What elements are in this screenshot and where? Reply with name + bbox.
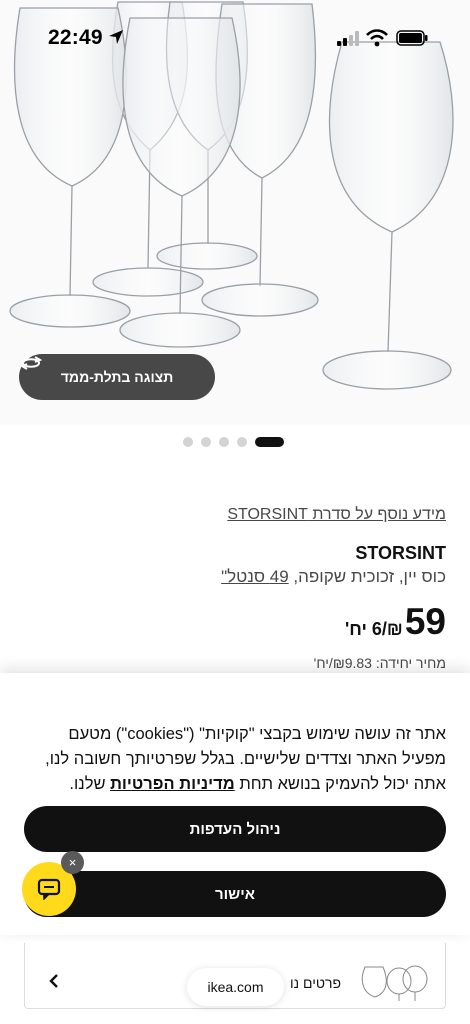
privacy-policy-link[interactable]: מדיניות הפרטיות [110,775,235,793]
unit-price: מחיר יחידה: ₪9.83/יח' [313,655,446,671]
rotate-3d-icon [19,356,43,370]
chat-icon [37,878,61,900]
carousel-dot[interactable] [201,437,211,447]
price-unit: ₪/6 יח' [344,619,403,639]
cellular-signal-icon [337,31,359,46]
location-arrow-icon [109,30,123,44]
status-time: 22:49 [48,26,103,49]
related-product-thumbnail [361,965,428,1001]
carousel-dot[interactable] [237,437,247,447]
chat-close-button[interactable]: × [61,851,84,874]
related-label: פרטים נו [290,975,341,991]
wifi-icon [366,29,388,47]
url-bar[interactable]: ikea.com [187,968,284,1006]
chevron-left-icon[interactable] [47,973,61,989]
status-bar: 22:49 [0,0,470,76]
product-description-text: כוס יין, זכוכית שקופה, [288,567,446,586]
product-price: 59 ₪/6 יח' [345,603,446,640]
product-description: כוס יין, זכוכית שקופה, 49 סנטל" [221,567,446,587]
carousel-indicator [183,437,284,447]
product-size-link[interactable]: 49 סנטל" [221,567,289,586]
cookie-text: אתר זה עושה שימוש בקבצי "קוקיות" ("cooki… [22,722,446,797]
carousel-dot[interactable] [183,437,193,447]
view-3d-button[interactable]: תצוגה בתלת-ממד [19,354,215,400]
accept-cookies-button[interactable]: אישור [24,871,446,917]
carousel-dot[interactable] [219,437,229,447]
manage-preferences-button[interactable]: ניהול העדפות [24,806,446,852]
cookie-text-end: שלנו. [69,775,111,793]
price-value: 59 [404,601,446,642]
series-info-link[interactable]: מידע נוסף על סדרת STORSINT [227,506,446,524]
battery-icon [396,30,428,46]
view-3d-label: תצוגה בתלת-ממד [60,369,174,385]
carousel-dot-active[interactable] [255,437,284,447]
product-name: STORSINT [355,543,446,563]
